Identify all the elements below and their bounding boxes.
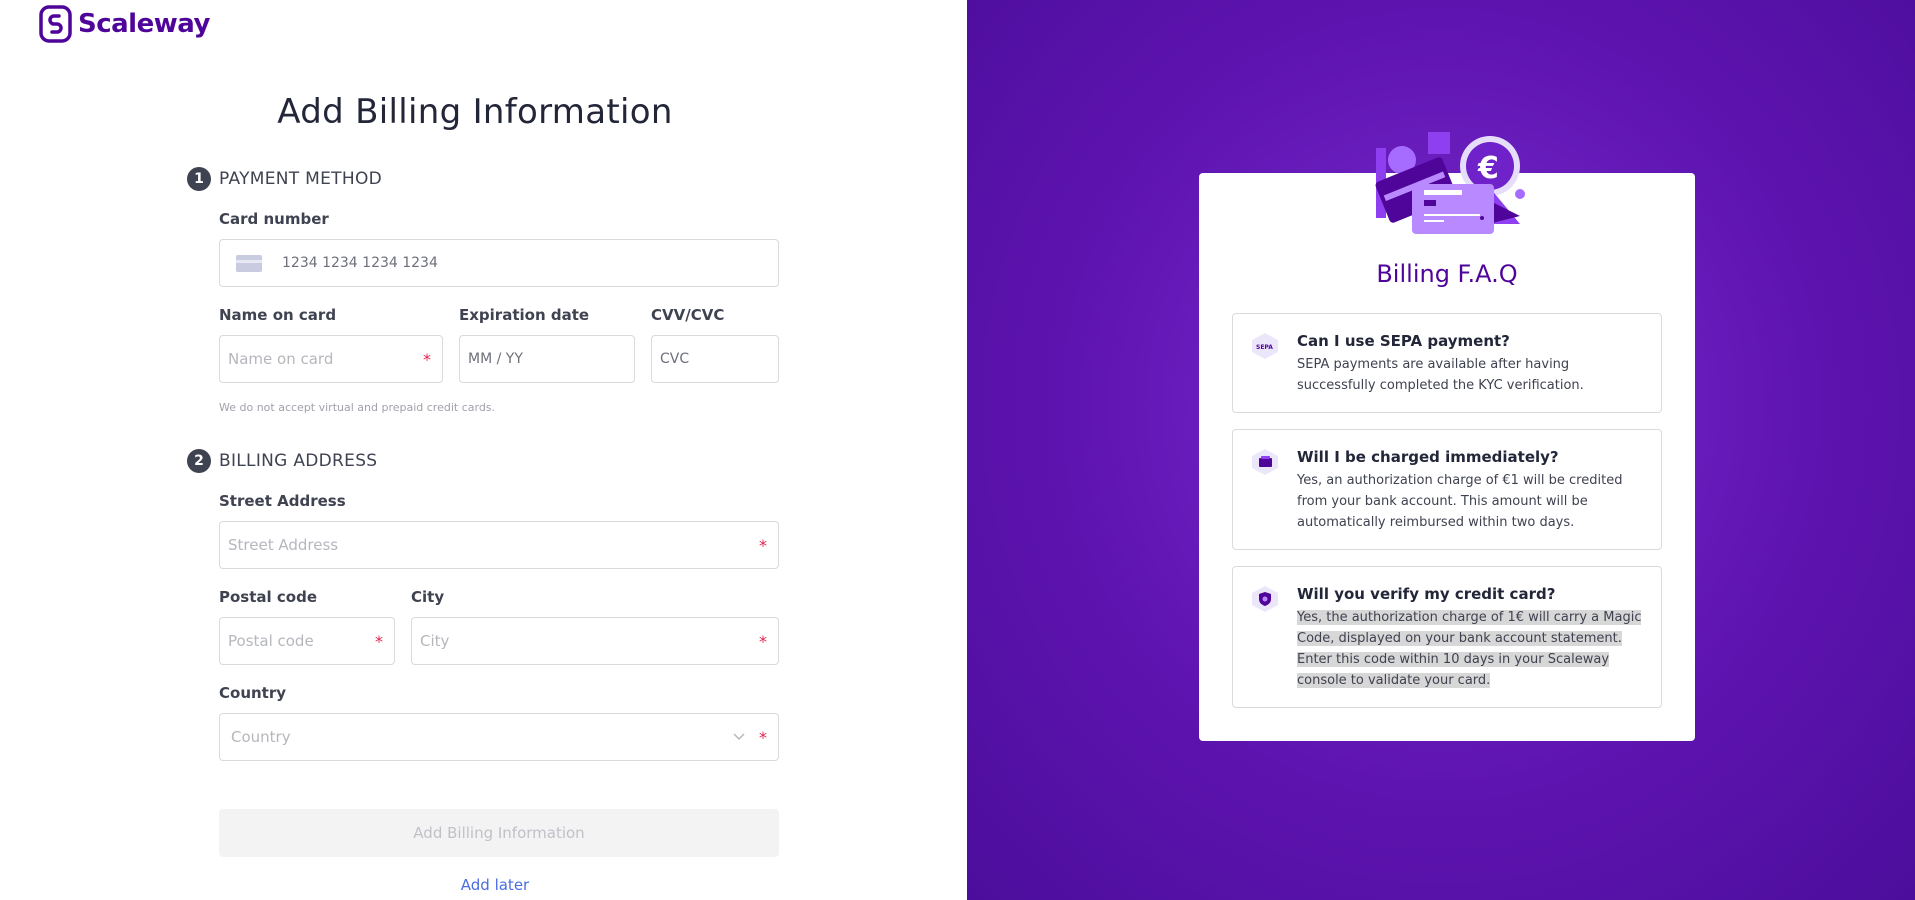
- faq-title: Billing F.A.Q: [1376, 260, 1518, 288]
- postal-code-field[interactable]: Postal code *: [219, 617, 395, 665]
- card-number-label: Card number: [219, 210, 329, 228]
- postal-code-placeholder: Postal code: [228, 632, 314, 650]
- expiration-date-label: Expiration date: [459, 306, 590, 324]
- shield-icon: [1252, 586, 1278, 612]
- required-asterisk: *: [375, 631, 383, 651]
- postal-code-label: Postal code: [219, 588, 317, 606]
- country-label: Country: [219, 684, 287, 702]
- cvc-label: CVV/CVC: [651, 306, 725, 324]
- faq-answer: Yes, an authorization charge of €1 will …: [1297, 473, 1623, 530]
- svg-text:€: €: [1477, 151, 1499, 186]
- city-field[interactable]: City *: [411, 617, 779, 665]
- expiration-date-placeholder: MM / YY: [468, 351, 523, 367]
- street-address-label: Street Address: [219, 492, 346, 510]
- faq-question: Will I be charged immediately?: [1297, 448, 1559, 466]
- card-note: We do not accept virtual and prepaid cre…: [219, 401, 496, 414]
- add-later-link[interactable]: Add later: [0, 876, 990, 894]
- svg-text:SEPA: SEPA: [1256, 344, 1273, 351]
- name-on-card-label: Name on card: [219, 306, 337, 324]
- faq-item-sepa: SEPA Can I use SEPA payment? SEPA paymen…: [1232, 313, 1662, 413]
- card-number-placeholder: 1234 1234 1234 1234: [282, 255, 438, 271]
- billing-illustration: €: [1375, 132, 1525, 234]
- expiration-date-field[interactable]: MM / YY: [459, 335, 635, 383]
- required-asterisk: *: [759, 535, 767, 555]
- billing-form-section: Scaleway Add Billing Information 1 PAYME…: [0, 0, 967, 900]
- required-asterisk: *: [423, 349, 431, 369]
- credit-card-icon: [236, 254, 262, 272]
- add-billing-information-button[interactable]: Add Billing Information: [219, 809, 779, 857]
- payment-method-step: 1 PAYMENT METHOD: [187, 167, 382, 191]
- scaleway-logo-icon: [39, 5, 72, 43]
- faq-item-verify: Will you verify my credit card? Yes, the…: [1232, 566, 1662, 708]
- sepa-icon: SEPA: [1252, 333, 1278, 359]
- country-placeholder: Country: [231, 728, 291, 746]
- faq-answer: SEPA payments are available after having…: [1297, 357, 1584, 393]
- chevron-down-icon: [733, 730, 745, 744]
- step-number: 1: [187, 167, 211, 191]
- name-on-card-field[interactable]: Name on card *: [219, 335, 443, 383]
- required-asterisk: *: [759, 631, 767, 651]
- street-address-field[interactable]: Street Address *: [219, 521, 779, 569]
- cvc-field[interactable]: CVC: [651, 335, 779, 383]
- cvc-placeholder: CVC: [660, 351, 690, 367]
- faq-question: Will you verify my credit card?: [1297, 585, 1556, 603]
- card-number-field[interactable]: 1234 1234 1234 1234: [219, 239, 779, 287]
- step-title: PAYMENT METHOD: [219, 169, 383, 189]
- faq-item-charge: Will I be charged immediately? Yes, an a…: [1232, 429, 1662, 550]
- scaleway-logo[interactable]: Scaleway: [39, 5, 210, 43]
- city-label: City: [411, 588, 445, 606]
- page-title: Add Billing Information: [277, 92, 673, 132]
- faq-answer: Yes, the authorization charge of 1€ will…: [1297, 607, 1649, 691]
- country-select[interactable]: Country *: [219, 713, 779, 761]
- street-address-placeholder: Street Address: [228, 536, 339, 554]
- city-placeholder: City: [420, 632, 450, 650]
- billing-address-step: 2 BILLING ADDRESS: [187, 449, 377, 473]
- faq-answer-text: Yes, the authorization charge of 1€ will…: [1297, 610, 1642, 688]
- brand-name: Scaleway: [78, 9, 210, 39]
- faq-question: Can I use SEPA payment?: [1297, 332, 1510, 350]
- wallet-icon: [1252, 449, 1278, 475]
- step-title: BILLING ADDRESS: [219, 451, 378, 471]
- step-number: 2: [187, 449, 211, 473]
- required-asterisk: *: [759, 727, 767, 747]
- name-on-card-placeholder: Name on card: [228, 350, 334, 368]
